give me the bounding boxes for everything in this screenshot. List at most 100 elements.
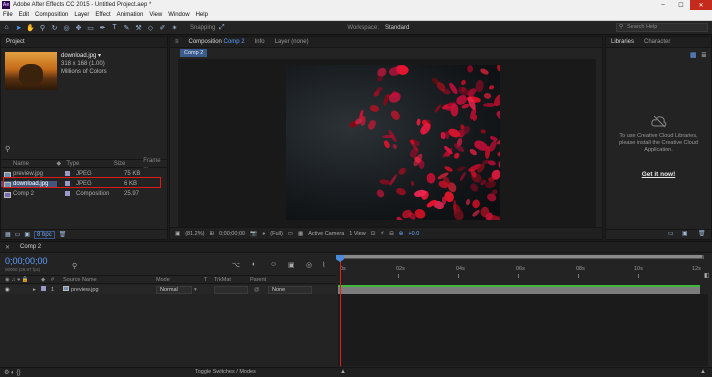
type-tool-icon[interactable]: T (109, 22, 120, 33)
camera-select[interactable]: Active Camera (308, 231, 344, 237)
new-composition-icon[interactable]: ▣ (24, 231, 30, 238)
transparency-grid-icon[interactable]: ▦ (298, 231, 303, 237)
col-frame[interactable]: Frame ... (143, 158, 167, 170)
tab-character[interactable]: Character (639, 39, 675, 45)
toggle-switches-modes[interactable]: Toggle Switches / Modes (195, 369, 256, 375)
layer-switches-icon[interactable]: ⚙ ◐ {} (4, 369, 20, 376)
pen-tool-icon[interactable]: ✒ (97, 22, 108, 33)
col-t[interactable]: T (204, 277, 214, 283)
label-color-swatch[interactable] (65, 171, 70, 176)
layer-duration-bar[interactable] (338, 285, 700, 294)
menu-composition[interactable]: Composition (32, 12, 71, 18)
minimize-button[interactable]: – (654, 0, 672, 10)
av-features-icon[interactable]: ◉ ♫ ● 🔒 (5, 277, 41, 283)
exposure-icon[interactable]: ⊕ (399, 231, 404, 237)
workspace-select[interactable]: Standard (385, 25, 409, 31)
pan-behind-tool-icon[interactable]: ✥ (73, 22, 84, 33)
motion-blur-icon[interactable]: ◎ (306, 261, 312, 269)
composition-viewer[interactable] (178, 59, 596, 227)
fit-icon[interactable]: ⊞ (209, 231, 214, 237)
add-content-icon[interactable]: ▭ (668, 230, 674, 237)
col-type[interactable]: Type (66, 161, 113, 167)
comp-mini-flowchart-icon[interactable]: ⌥ (232, 261, 240, 269)
draft-3d-icon[interactable]: ◐ (252, 261, 256, 268)
search-help-field[interactable]: ⚲ Search Help (616, 23, 708, 32)
list-view-icon[interactable]: ≣ (701, 51, 707, 59)
comp-button-icon[interactable]: ◧ (704, 272, 710, 279)
menu-window[interactable]: Window (165, 12, 192, 18)
menu-effect[interactable]: Effect (92, 12, 113, 18)
menu-edit[interactable]: Edit (16, 12, 32, 18)
tab-comp2-timeline[interactable]: Comp 2 (15, 244, 46, 250)
project-search-icon[interactable]: ⚲ (5, 145, 10, 153)
brush-tool-icon[interactable]: ✎ (121, 22, 132, 33)
menu-layer[interactable]: Layer (71, 12, 92, 18)
new-folder-icon[interactable]: ▭ (15, 231, 21, 238)
menu-view[interactable]: View (146, 12, 165, 18)
snapping-options-icon[interactable]: ⤢ (216, 22, 227, 33)
maximize-button[interactable]: ☐ (672, 0, 690, 10)
tab-layer[interactable]: Layer (none) (270, 39, 314, 45)
parent-select[interactable]: None (268, 285, 312, 294)
rectangle-tool-icon[interactable]: ▭ (85, 22, 96, 33)
footage-name[interactable]: download.jpg ▾ (61, 52, 107, 60)
project-item-comp2[interactable]: Comp 2 Composition 25.97 (1, 189, 167, 198)
panel-menu-icon[interactable]: ≡ (170, 39, 184, 45)
layer-mode-select[interactable]: Normal (156, 285, 192, 294)
pick-whip-icon[interactable]: @ (254, 287, 268, 293)
shy-layers-icon[interactable]: ☺ (270, 261, 277, 268)
menu-animation[interactable]: Animation (114, 12, 147, 18)
work-area-range[interactable] (340, 255, 702, 258)
tab-info[interactable]: Info (250, 39, 270, 45)
bit-depth-button[interactable]: 8 bpc (34, 230, 55, 239)
always-preview-icon[interactable]: ▣ (175, 231, 180, 237)
zoom-in-icon[interactable]: ▲ (700, 369, 706, 375)
resolution-select[interactable]: (Full) (270, 231, 283, 237)
col-size[interactable]: Size (114, 161, 144, 167)
layer-number-col-icon[interactable]: # (51, 277, 63, 283)
layer-row[interactable]: ◉ ▸ 1 preview.jpg Normal ▾ @ None (0, 285, 336, 294)
color-channels-icon[interactable]: ◕ (262, 231, 265, 237)
label-color-swatch[interactable] (65, 191, 70, 196)
zoom-select[interactable]: (81.2%) (185, 231, 204, 237)
selection-tool-icon[interactable]: ➤ (13, 22, 24, 33)
work-area-bar[interactable] (338, 255, 704, 259)
roto-brush-tool-icon[interactable]: ✐ (157, 22, 168, 33)
timeline-search-icon[interactable]: ⚲ (72, 262, 77, 270)
snapping-label[interactable]: Snapping (190, 25, 215, 31)
toggle-pixel-icon[interactable]: ⊡ (371, 231, 376, 237)
hand-tool-icon[interactable]: ✋ (25, 22, 36, 33)
layer-duration-track[interactable] (338, 285, 700, 294)
col-trkmat[interactable]: TrkMat (214, 277, 250, 283)
graph-editor-icon[interactable]: ⌇ (322, 261, 325, 269)
timeline-icon[interactable]: ⊟ (389, 231, 394, 237)
trash-icon[interactable]: 🗑 (59, 231, 67, 238)
timeline-empty-area[interactable] (338, 294, 708, 366)
tab-libraries[interactable]: Libraries (606, 39, 639, 45)
home-icon[interactable]: ⌂ (1, 22, 12, 33)
menu-file[interactable]: File (0, 12, 16, 18)
col-source-name[interactable]: Source Name (63, 277, 156, 283)
delete-icon[interactable]: 🗑 (698, 230, 706, 237)
col-parent[interactable]: Parent (250, 277, 266, 283)
exposure-value[interactable]: +0.0 (408, 231, 419, 237)
get-it-now-link[interactable]: Get it now! (606, 171, 711, 178)
label-column-icon[interactable]: ◆ (56, 160, 66, 167)
fast-previews-icon[interactable]: ⚡ (380, 231, 384, 237)
sync-icon[interactable]: ▣ (682, 230, 688, 237)
label-column-icon[interactable]: ◆ (41, 277, 51, 283)
col-mode[interactable]: Mode (156, 277, 204, 283)
interpret-footage-icon[interactable]: ▦ (5, 231, 11, 238)
comp-navigator-tab[interactable]: Comp 2 (180, 49, 208, 57)
grid-view-icon[interactable]: ▦ (690, 51, 697, 59)
layer-name[interactable]: preview.jpg (71, 287, 156, 293)
frame-blending-icon[interactable]: ▣ (288, 261, 295, 269)
tab-project[interactable]: Project (1, 39, 30, 45)
menu-help[interactable]: Help (193, 12, 211, 18)
col-name[interactable]: Name (1, 161, 56, 167)
region-of-interest-icon[interactable]: ▭ (288, 231, 293, 237)
zoom-out-icon[interactable]: ▲ (340, 369, 346, 375)
visibility-eye-icon[interactable]: ◉ (5, 287, 33, 293)
tab-composition[interactable]: Composition Comp 2 (184, 39, 250, 45)
snapshot-icon[interactable]: 📷 (250, 231, 257, 237)
